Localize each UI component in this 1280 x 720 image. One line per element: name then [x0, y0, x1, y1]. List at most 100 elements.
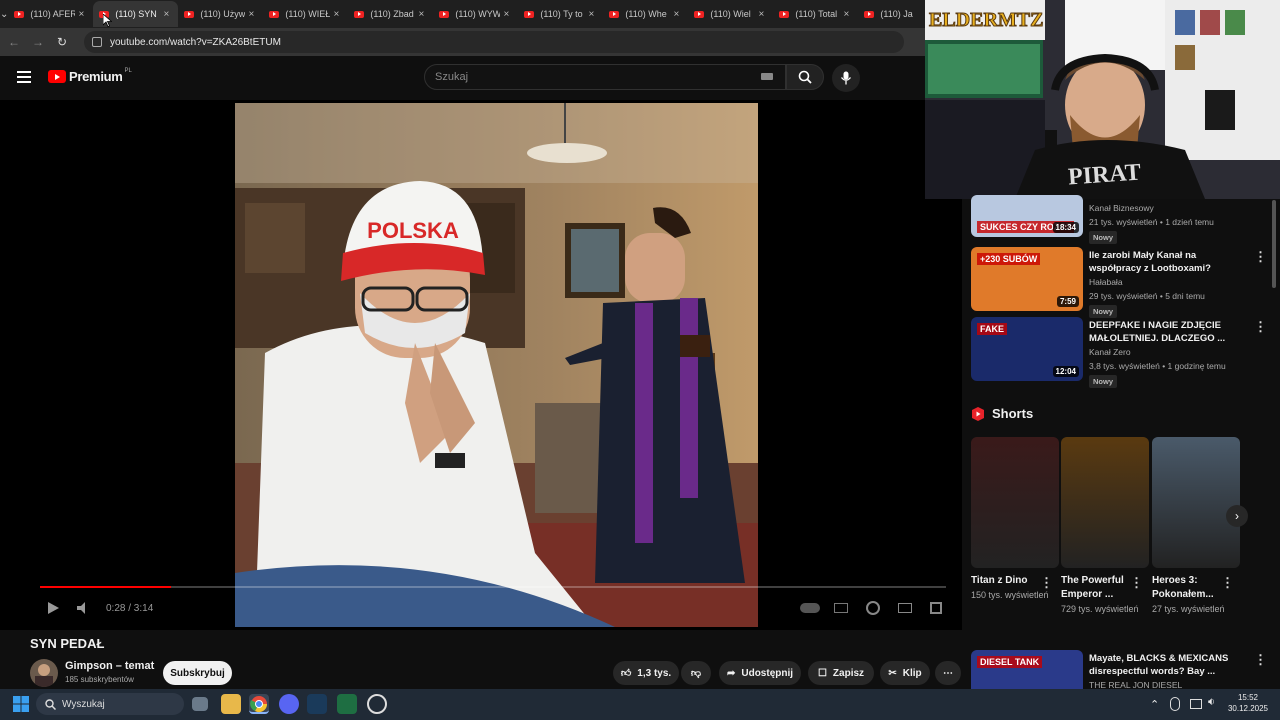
browser-tab[interactable]: (110) Wiel × — [688, 1, 773, 27]
short-card[interactable]: Heroes 3: Pokonałem... 27 tys. wyświetleń… — [1152, 437, 1240, 616]
voice-search-button[interactable] — [832, 64, 860, 92]
more-options-icon[interactable]: ⋮ — [1040, 575, 1053, 591]
subscriber-count: 185 subskrybentów — [65, 675, 134, 684]
browser-tab[interactable]: (110) Ty to × — [518, 1, 603, 27]
forward-arrow-icon[interactable]: → — [26, 35, 50, 49]
short-card[interactable]: The Powerful Emperor ... 729 tys. wyświet… — [1061, 437, 1149, 616]
video-thumbnail[interactable]: FAKE 12:04 — [971, 317, 1083, 381]
settings-gear-icon[interactable] — [866, 601, 880, 615]
short-title: Heroes 3: Pokonałem... — [1152, 575, 1214, 600]
recommended-video[interactable]: FAKE 12:04 DEEPFAKE I NAGIE ZDJĘCIE MAŁOLE… — [971, 317, 1267, 388]
short-title: Titan z Dino — [971, 575, 1028, 586]
sidebar-scrollbar[interactable] — [1272, 200, 1276, 288]
video-progress-bar[interactable] — [40, 586, 946, 588]
search-button[interactable] — [786, 64, 824, 90]
tab-close-icon[interactable]: × — [500, 9, 512, 20]
browser-tab[interactable]: (110) AFER × — [8, 1, 93, 27]
discord-icon[interactable] — [279, 694, 299, 714]
address-bar[interactable]: youtube.com/watch?v=ZKA26BtETUM — [84, 31, 904, 53]
channel-name[interactable]: Gimpson – temat — [65, 660, 154, 672]
channel-avatar[interactable] — [30, 659, 58, 687]
recommended-video[interactable]: +230 SUBÓW 7:59 Ile zarobi Mały Kanał na w… — [971, 247, 1267, 318]
youtube-favicon-icon — [439, 10, 450, 18]
more-actions-button[interactable]: ⋯ — [935, 661, 961, 685]
tray-network-icon[interactable] — [1190, 699, 1202, 709]
like-button[interactable]: 👍︎ 1,3 tys. — [613, 661, 679, 685]
tab-close-icon[interactable]: × — [585, 9, 597, 20]
share-button[interactable]: ➦ Udostępnij — [719, 661, 801, 685]
shorts-logo-icon — [972, 406, 984, 421]
clip-button[interactable]: ✂ Klip — [880, 661, 930, 685]
more-options-icon[interactable]: ⋮ — [1254, 249, 1267, 265]
tab-close-icon[interactable]: × — [245, 9, 257, 20]
subscribe-button[interactable]: Subskrybuj — [163, 661, 232, 685]
browser-tab[interactable]: (110) Total × — [773, 1, 858, 27]
save-button[interactable]: ☐ Zapisz — [808, 661, 874, 685]
excel-icon[interactable] — [337, 694, 357, 714]
chrome-icon[interactable] — [249, 694, 269, 714]
tab-close-icon[interactable]: × — [670, 9, 682, 20]
miniplayer-icon[interactable] — [898, 603, 912, 613]
tray-volume-icon[interactable]: 🔉︎ — [1208, 696, 1215, 709]
browser-tab[interactable]: (110) Ja× — [858, 1, 925, 27]
logo-text: Premium — [69, 69, 123, 84]
browser-tab[interactable]: (110) Używ × — [178, 1, 263, 27]
shorts-next-arrow-icon[interactable]: › — [1226, 505, 1248, 527]
more-options-icon[interactable]: ⋮ — [1130, 575, 1143, 591]
task-view-icon[interactable] — [192, 697, 208, 711]
more-options-icon[interactable]: ⋮ — [1254, 652, 1267, 668]
short-card[interactable]: Titan z Dino 150 tys. wyświetleń ⋮ — [971, 437, 1059, 602]
youtube-favicon-icon — [609, 10, 620, 18]
video-thumbnail[interactable]: +230 SUBÓW 7:59 — [971, 247, 1083, 311]
region-code: PL — [124, 67, 132, 74]
obs-icon[interactable] — [367, 694, 387, 714]
browser-tab[interactable]: (110) Whe × — [603, 1, 688, 27]
subtitles-icon[interactable] — [834, 603, 848, 613]
windows-start-icon[interactable] — [13, 696, 29, 712]
save-label: Zapisz — [832, 667, 865, 679]
tab-close-icon[interactable]: × — [840, 9, 852, 20]
video-frame[interactable]: POLSKA — [235, 103, 758, 627]
browser-tab[interactable]: (110) WYW × — [433, 1, 518, 27]
steam-icon[interactable] — [307, 694, 327, 714]
hamburger-menu-icon[interactable] — [17, 71, 31, 86]
youtube-favicon-icon — [14, 10, 25, 18]
tab-close-icon[interactable]: × — [75, 9, 87, 20]
taskbar-search[interactable]: Wyszukaj — [36, 693, 184, 715]
new-badge: Nowy — [1089, 231, 1118, 244]
youtube-premium-logo[interactable]: Premium PL — [48, 67, 132, 84]
site-info-icon[interactable] — [92, 37, 102, 47]
tab-close-icon[interactable]: × — [330, 9, 342, 20]
more-options-icon[interactable]: ⋮ — [1221, 575, 1234, 591]
short-thumbnail[interactable] — [971, 437, 1059, 568]
reload-icon[interactable]: ↻ — [50, 35, 74, 49]
fullscreen-icon[interactable] — [930, 602, 942, 614]
tray-chevron-icon[interactable]: ⌃ — [1150, 698, 1159, 711]
file-explorer-icon[interactable] — [221, 694, 241, 714]
tray-mic-icon[interactable] — [1170, 697, 1180, 711]
back-arrow-icon[interactable]: ← — [2, 35, 26, 49]
autoplay-toggle[interactable] — [800, 603, 820, 613]
tab-close-icon[interactable]: × — [415, 9, 427, 20]
tab-title: (110) Wiel — [710, 9, 751, 19]
tab-close-icon[interactable]: × — [755, 9, 767, 20]
streamer-webcam: PIRAT ELDERMTZ — [925, 0, 1280, 199]
recommended-video-title: DEEPFAKE I NAGIE ZDJĘCIE MAŁOLETNIEJ. DL… — [1089, 320, 1226, 344]
tab-close-icon[interactable]: × — [160, 9, 172, 20]
keyboard-icon[interactable] — [761, 73, 773, 80]
more-options-icon[interactable]: ⋮ — [1254, 319, 1267, 335]
browser-tab[interactable]: (110) WIEŁ × — [263, 1, 348, 27]
search-input[interactable]: Szukaj — [424, 64, 786, 90]
youtube-favicon-icon — [694, 10, 705, 18]
short-thumbnail[interactable] — [1152, 437, 1240, 568]
browser-tab[interactable]: (110) Zbad × — [348, 1, 433, 27]
tab-search-chevron-icon[interactable]: ⌄ — [0, 0, 8, 28]
youtube-favicon-icon — [779, 10, 790, 18]
dislike-button[interactable]: 👎︎ — [681, 661, 711, 685]
short-thumbnail[interactable] — [1061, 437, 1149, 568]
play-icon[interactable] — [46, 601, 60, 615]
video-thumbnail[interactable]: SUKCES CZY ROZCZ 18:34 — [971, 195, 1083, 237]
tab-title: (110) WIEŁ — [285, 9, 331, 19]
volume-icon[interactable] — [76, 601, 90, 615]
taskbar-clock[interactable]: 15:52 30.12.2025 — [1222, 692, 1274, 714]
